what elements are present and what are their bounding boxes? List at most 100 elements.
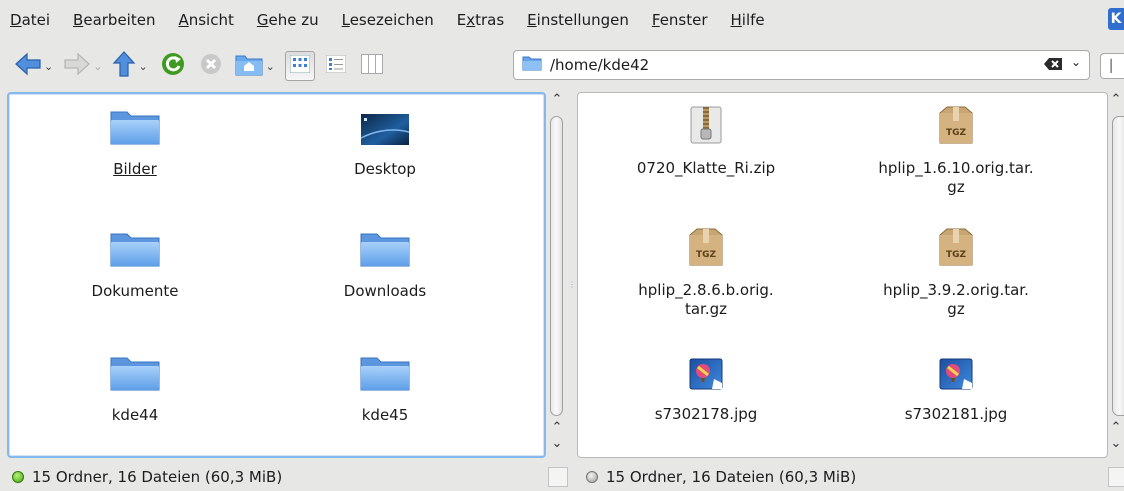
menu-mnemonic: D xyxy=(10,11,22,29)
menu-ansicht[interactable]: Ansicht xyxy=(178,11,233,29)
reload-icon xyxy=(160,51,186,81)
menu-lesezeichen[interactable]: Lesezeichen xyxy=(342,11,434,29)
menu-mnemonic: F xyxy=(651,11,660,29)
menu-extras[interactable]: Extras xyxy=(457,11,504,29)
list-item[interactable]: s7302178.jpg xyxy=(596,351,816,424)
reload-button[interactable] xyxy=(158,51,188,81)
menu-label: enster xyxy=(659,11,708,29)
forward-arrow-icon xyxy=(63,51,91,81)
pane-splitter[interactable]: ⋮ xyxy=(568,280,576,300)
menu-fenster[interactable]: Fenster xyxy=(652,11,708,29)
left-pane[interactable]: Bilder Desktop Dokumente Downloads kde44… xyxy=(7,92,546,458)
item-label: Desktop xyxy=(354,160,416,178)
home-folder-icon xyxy=(234,51,264,81)
svg-text:TGZ: TGZ xyxy=(946,128,967,138)
list-item[interactable]: kde45 xyxy=(275,352,495,425)
scroll-up-icon[interactable]: ⌃ xyxy=(1108,420,1124,435)
list-item[interactable]: Bilder xyxy=(25,106,245,179)
details-view-icon xyxy=(325,54,347,77)
list-item[interactable]: TGZ hplip_3.9.2.orig.tar. gz xyxy=(846,227,1066,319)
desktop-icon xyxy=(275,106,495,146)
menu-mnemonic: E xyxy=(527,11,537,29)
menu-label: ilfe xyxy=(741,11,765,29)
tgz-archive-icon: TGZ xyxy=(846,105,1066,145)
back-button[interactable]: ⌄ xyxy=(14,51,57,81)
menu-label: atei xyxy=(21,11,51,29)
icon-view-button[interactable] xyxy=(284,51,315,81)
stop-button[interactable] xyxy=(196,51,226,81)
right-scrollbar[interactable]: ⌃ ⌃ ⌄ xyxy=(1108,92,1124,458)
home-button[interactable]: ⌄ xyxy=(234,51,279,81)
status-zoom-box[interactable] xyxy=(548,467,568,487)
folder-icon xyxy=(275,352,495,392)
chevron-down-icon[interactable]: ⌄ xyxy=(44,60,53,73)
menu-mnemonic: x xyxy=(466,11,476,29)
menu-label: nsicht xyxy=(188,11,234,29)
menu-mnemonic: H xyxy=(730,11,742,29)
scroll-up-icon[interactable]: ⌃ xyxy=(546,420,568,435)
tgz-archive-icon: TGZ xyxy=(596,227,816,267)
item-label: kde44 xyxy=(111,406,159,424)
left-scrollbar[interactable]: ⌃ ⌃ ⌄ xyxy=(546,92,568,458)
image-icon xyxy=(596,351,816,391)
item-label: hplip_2.8.6.b.orig. tar.gz xyxy=(638,281,774,318)
status-zoom-box[interactable] xyxy=(1108,467,1124,487)
menu-label: ehe zu xyxy=(268,11,319,29)
svg-text:TGZ: TGZ xyxy=(696,250,717,260)
scroll-thumb[interactable] xyxy=(1112,116,1124,416)
right-status-bar: 15 Ordner, 16 Dateien (60,3 MiB) xyxy=(586,466,856,488)
menu-label: esezeichen xyxy=(349,11,434,29)
menu-gehe-zu[interactable]: Gehe zu xyxy=(257,11,319,29)
menu-bearbeiten[interactable]: Bearbeiten xyxy=(73,11,155,29)
zip-archive-icon xyxy=(596,105,816,145)
location-extra-button[interactable]: ⎢ xyxy=(1100,53,1124,79)
list-item[interactable]: Downloads xyxy=(275,228,495,301)
menu-datei[interactable]: Datei xyxy=(10,11,50,29)
right-pane[interactable]: 0720_Klatte_Ri.zip TGZ hplip_1.6.10.orig… xyxy=(577,92,1108,458)
list-item[interactable]: 0720_Klatte_Ri.zip xyxy=(596,105,816,178)
menu-einstellungen[interactable]: Einstellungen xyxy=(527,11,629,29)
scroll-thumb[interactable] xyxy=(550,116,563,416)
left-status-bar: 15 Ordner, 16 Dateien (60,3 MiB) xyxy=(12,466,282,488)
item-label: hplip_1.6.10.orig.tar. gz xyxy=(878,159,1034,196)
columns-view-button[interactable] xyxy=(357,51,387,81)
menu-label-prefix: E xyxy=(456,11,467,29)
tgz-archive-icon: TGZ xyxy=(846,227,1066,267)
list-item[interactable]: TGZ hplip_2.8.6.b.orig. tar.gz xyxy=(596,227,816,319)
icons-view-icon xyxy=(289,54,311,77)
list-item[interactable]: TGZ hplip_1.6.10.orig.tar. gz xyxy=(846,105,1066,197)
scroll-up-icon[interactable]: ⌃ xyxy=(546,92,568,107)
chevron-down-icon[interactable]: ⌄ xyxy=(93,60,102,73)
location-bar[interactable]: /home/kde42 ⌄ xyxy=(513,50,1090,80)
list-item[interactable]: Dokumente xyxy=(25,228,245,301)
chevron-down-icon[interactable]: ⌄ xyxy=(138,60,147,73)
item-label: Downloads xyxy=(343,282,427,300)
menu-hilfe[interactable]: Hilfe xyxy=(731,11,765,29)
status-indicator-icon xyxy=(586,471,598,483)
item-label: Bilder xyxy=(113,160,157,178)
up-button[interactable]: ⌄ xyxy=(112,50,151,82)
details-view-button[interactable] xyxy=(321,51,351,81)
forward-button[interactable]: ⌄ xyxy=(63,51,106,81)
location-path[interactable]: /home/kde42 xyxy=(550,56,649,74)
folder-icon xyxy=(275,228,495,268)
list-item[interactable]: kde44 xyxy=(25,352,245,425)
scroll-down-icon[interactable]: ⌄ xyxy=(546,436,568,451)
chevron-down-icon[interactable]: ⌄ xyxy=(1071,55,1081,69)
up-arrow-icon xyxy=(112,50,136,82)
kde-logo-icon: K xyxy=(1108,8,1124,30)
chevron-down-icon[interactable]: ⌄ xyxy=(266,60,275,73)
menu-label: instellungen xyxy=(536,11,629,29)
clear-location-icon[interactable] xyxy=(1043,56,1063,76)
scroll-down-icon[interactable]: ⌄ xyxy=(1108,436,1124,451)
item-label: s7302181.jpg xyxy=(904,405,1008,423)
scroll-up-icon[interactable]: ⌃ xyxy=(1108,92,1124,107)
list-item[interactable]: Desktop xyxy=(275,106,495,179)
status-text: 15 Ordner, 16 Dateien (60,3 MiB) xyxy=(32,468,283,486)
menu-mnemonic: G xyxy=(256,11,269,29)
status-indicator-icon xyxy=(12,471,24,483)
folder-icon xyxy=(25,106,245,146)
menu-mnemonic: B xyxy=(73,11,84,29)
list-item[interactable]: s7302181.jpg xyxy=(846,351,1066,424)
folder-icon xyxy=(25,352,245,392)
